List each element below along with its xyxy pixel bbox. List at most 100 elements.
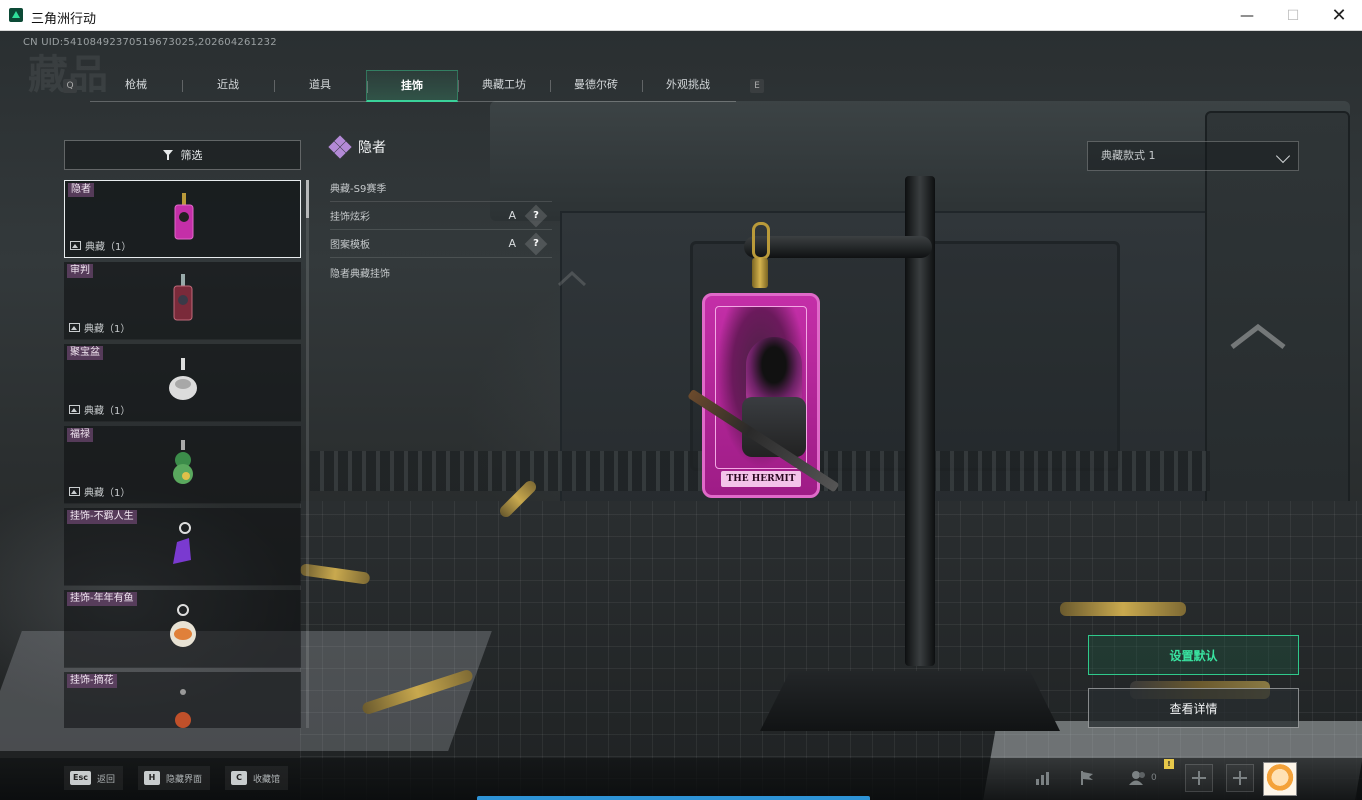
friends-count: 0 [1151,773,1157,783]
chevron-up-icon [557,270,587,287]
bullet [1060,602,1186,616]
pattern-template-row: 图案模板 A ? [330,230,552,258]
minimize-button[interactable]: — [1224,0,1270,31]
card-title: THE HERMIT [721,471,801,487]
charm-color-row: 挂饰炫彩 A ? [330,202,552,230]
plus-icon[interactable] [1226,764,1254,792]
season-label: 典藏-S9赛季 [330,184,387,195]
hide-ui-hint[interactable]: H 隐藏界面 [138,766,211,790]
item-footer: 典藏（1） [69,320,130,335]
pendant-clip [752,258,768,288]
close-button[interactable]: ✕ [1316,0,1362,31]
item-collection: 典藏（1） [84,488,131,499]
list-scrollbar[interactable] [306,180,309,728]
hint-label: 收藏馆 [253,774,281,785]
list-item[interactable]: 福禄 典藏（1） [64,426,301,504]
flag-icon[interactable] [1073,764,1101,792]
image-icon [69,487,80,496]
view-details-button[interactable]: 查看详情 [1088,688,1299,728]
season-row: 典藏-S9赛季 [330,174,552,202]
item-name: 聚宝盆 [67,346,103,360]
stats-icon[interactable] [1029,764,1057,792]
tab-charms[interactable]: 挂饰 [366,70,458,102]
next-tab-key[interactable]: E [750,79,764,93]
list-item[interactable]: 挂饰-年年有鱼 [64,590,301,668]
list-item[interactable]: 隐者 典藏（1） [64,180,301,258]
tab-mandel-brick[interactable]: 曼德尔砖 [550,70,642,102]
style-dropdown-value: 典藏款式 1 [1101,149,1156,162]
item-name: 隐者 [68,183,94,197]
detail-rows: 典藏-S9赛季 挂饰炫彩 A ? 图案模板 A ? 隐者典藏挂饰 [330,174,552,286]
row-label: 挂饰炫彩 [330,212,370,223]
charm-thumbnail [170,604,196,647]
chevron-down-icon [1275,148,1291,164]
charm-thumbnail [173,274,193,321]
item-collection: 典藏（1） [85,242,132,253]
category-tabs: 枪械 近战 道具 挂饰 典藏工坊 曼德尔砖 外观挑战 [90,70,736,102]
charm-thumbnail [169,358,197,400]
back-hint[interactable]: Esc 返回 [64,766,123,790]
detail-header: 隐者 [328,135,386,159]
item-footer: 典藏（1） [69,484,130,499]
filter-button[interactable]: 筛选 [64,140,301,170]
item-collection: 典藏（1） [84,324,131,335]
diamond-cluster-icon [328,135,352,159]
plus-icon[interactable] [1185,764,1213,792]
key-badge: C [231,771,247,785]
pendant-ring [752,222,770,260]
tab-melee[interactable]: 近战 [182,70,274,102]
item-footer: 典藏（1） [70,238,131,253]
chevron-up-icon [1230,323,1286,349]
image-icon [69,323,80,332]
item-footer: 典藏（1） [69,402,130,417]
stand-arm [744,236,932,258]
detail-title: 隐者 [358,140,386,156]
charm-list: 隐者 典藏（1） 审判 典藏（1） 聚宝盆 典藏（1） 福禄 典藏（1） 挂饰-… [64,180,301,728]
grade-value: A [508,209,516,222]
tab-items[interactable]: 道具 [274,70,366,102]
window-title: 三角洲行动 [31,12,97,27]
hint-label: 隐藏界面 [166,774,203,785]
tab-appearance-challenge[interactable]: 外观挑战 [642,70,734,102]
loading-bar [477,796,870,800]
help-icon[interactable]: ? [524,232,548,255]
maximize-button[interactable]: ☐ [1270,0,1316,31]
item-name: 挂饰-摘花 [67,674,117,688]
item-name: 福禄 [67,428,93,442]
uid-label: CN UID:5410849237051967302​5,20260426123… [23,37,277,48]
prev-tab-key[interactable]: Q [63,79,77,93]
avatar[interactable] [1263,762,1297,796]
list-item[interactable]: 挂饰-不羁人生 [64,508,301,586]
tab-workshop[interactable]: 典藏工坊 [458,70,550,102]
item-name: 审判 [67,264,93,278]
key-badge: H [144,771,160,785]
charm-thumbnail [174,193,194,240]
key-badge: Esc [70,771,91,785]
list-item[interactable]: 审判 典藏（1） [64,262,301,340]
list-item[interactable]: 挂饰-摘花 [64,672,301,728]
hint-label: 返回 [96,774,115,785]
list-item[interactable]: 聚宝盆 典藏（1） [64,344,301,422]
image-icon [69,405,80,414]
description-row: 隐者典藏挂饰 [330,258,552,286]
app-logo-icon [9,8,23,22]
title-bar: 三角洲行动 — ☐ ✕ [0,0,1362,31]
grade-value: A [508,237,516,250]
charm-thumbnail [173,440,193,484]
item-description: 隐者典藏挂饰 [330,268,390,280]
set-default-button[interactable]: 设置默认 [1088,635,1299,675]
tab-guns[interactable]: 枪械 [90,70,182,102]
list-scroll-thumb[interactable] [306,180,309,218]
style-dropdown[interactable]: 典藏款式 1 [1087,141,1299,171]
notification-badge: ! [1164,759,1174,769]
friends-icon[interactable] [1124,764,1152,792]
game-window: 三角洲行动 — ☐ ✕ THE HERMIT 藏品 CN UID:5410849… [0,0,1362,800]
stand-base [760,671,1060,731]
charm-thumbnail [173,522,191,564]
item-name: 挂饰-年年有鱼 [67,592,137,606]
collection-hint[interactable]: C 收藏馆 [225,766,289,790]
filter-icon [162,149,175,161]
image-icon [70,241,81,250]
row-label: 图案模板 [330,240,370,251]
help-icon[interactable]: ? [524,204,548,227]
